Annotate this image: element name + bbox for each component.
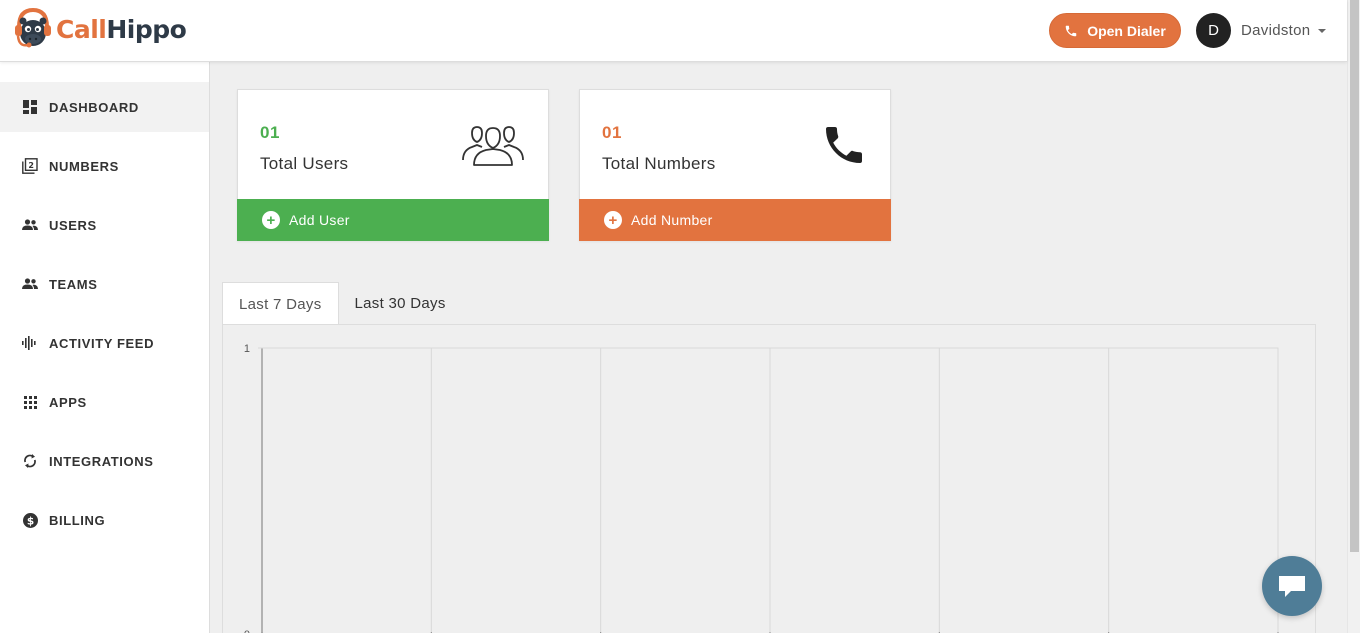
sidebar-item-label: TEAMS xyxy=(49,276,98,292)
total-users-count: 01 xyxy=(260,123,280,142)
activity-feed-icon xyxy=(22,335,38,351)
sidebar-item-label: INTEGRATIONS xyxy=(49,453,154,469)
add-circle-icon: + xyxy=(604,211,622,229)
billing-icon: $ xyxy=(22,512,38,528)
sidebar-item-integrations[interactable]: INTEGRATIONS xyxy=(0,436,209,486)
activity-chart-svg: 10 xyxy=(244,343,1279,633)
total-numbers-count: 01 xyxy=(602,123,622,142)
sidebar-item-numbers[interactable]: 2 NUMBERS xyxy=(0,141,209,191)
chart-y-tick-label: 0 xyxy=(244,629,250,633)
chevron-down-icon[interactable] xyxy=(1318,29,1326,33)
teams-icon xyxy=(22,276,38,292)
logo-wordmark: CallHippo xyxy=(56,14,187,44)
sidebar-item-billing[interactable]: $ BILLING xyxy=(0,495,209,545)
sidebar-item-label: DASHBOARD xyxy=(49,99,139,115)
activity-chart: 10 xyxy=(222,324,1316,633)
svg-text:$: $ xyxy=(26,515,33,527)
sidebar-item-dashboard[interactable]: DASHBOARD xyxy=(0,82,209,132)
add-user-label: Add User xyxy=(289,212,350,228)
sidebar-item-label: NUMBERS xyxy=(49,158,119,174)
add-user-button[interactable]: + Add User xyxy=(237,199,549,241)
users-group-icon xyxy=(460,124,526,173)
total-users-title: Total Users xyxy=(260,154,349,173)
chat-icon xyxy=(1279,576,1305,597)
top-header: CallHippo Open Dialer D Davidston xyxy=(0,0,1347,62)
callhippo-logo[interactable]: CallHippo xyxy=(13,7,187,51)
phone-icon xyxy=(1065,25,1077,36)
user-name[interactable]: Davidston xyxy=(1241,22,1310,39)
sidebar-item-apps[interactable]: APPS xyxy=(0,377,209,427)
total-numbers-title: Total Numbers xyxy=(602,154,716,173)
numbers-icon: 2 xyxy=(22,158,38,174)
sidebar-item-activity-feed[interactable]: ACTIVITY FEED xyxy=(0,318,209,368)
add-circle-icon: + xyxy=(262,211,280,229)
tab-last-30-days[interactable]: Last 30 Days xyxy=(339,282,462,325)
open-dialer-label: Open Dialer xyxy=(1087,22,1166,39)
logo-text-hippo: Hippo xyxy=(106,14,187,44)
sidebar-item-label: BILLING xyxy=(49,512,106,528)
chart-y-tick-label: 1 xyxy=(244,343,250,355)
dashboard-icon xyxy=(22,99,38,115)
apps-icon xyxy=(22,394,38,410)
logo-text-call: Call xyxy=(56,14,107,44)
live-chat-button[interactable] xyxy=(1262,556,1322,616)
svg-text:2: 2 xyxy=(28,161,34,170)
integrations-icon xyxy=(22,453,38,469)
phone-icon xyxy=(820,121,868,174)
sidebar-item-teams[interactable]: TEAMS xyxy=(0,259,209,309)
total-users-card: 01 Total Users + Add User xyxy=(237,89,549,241)
sidebar-item-label: USERS xyxy=(49,217,97,233)
avatar[interactable]: D xyxy=(1196,13,1231,48)
scrollbar-thumb[interactable] xyxy=(1350,0,1359,552)
hippo-logo-icon xyxy=(15,7,51,48)
sidebar-item-users[interactable]: USERS xyxy=(0,200,209,250)
users-icon xyxy=(22,217,38,233)
sidebar-item-label: ACTIVITY FEED xyxy=(49,335,155,351)
open-dialer-button[interactable]: Open Dialer xyxy=(1049,13,1181,48)
tab-last-7-days[interactable]: Last 7 Days xyxy=(222,282,339,325)
add-number-label: Add Number xyxy=(631,212,713,228)
page-scrollbar[interactable] xyxy=(1347,0,1360,633)
sidebar: DASHBOARD 2 NUMBERS USERS TEAMS ACTIVITY… xyxy=(0,62,210,633)
date-range-tabs: Last 7 Days Last 30 Days xyxy=(222,282,462,325)
add-number-button[interactable]: + Add Number xyxy=(579,199,891,241)
total-numbers-card: 01 Total Numbers + Add Number xyxy=(579,89,891,241)
sidebar-item-label: APPS xyxy=(49,394,87,410)
